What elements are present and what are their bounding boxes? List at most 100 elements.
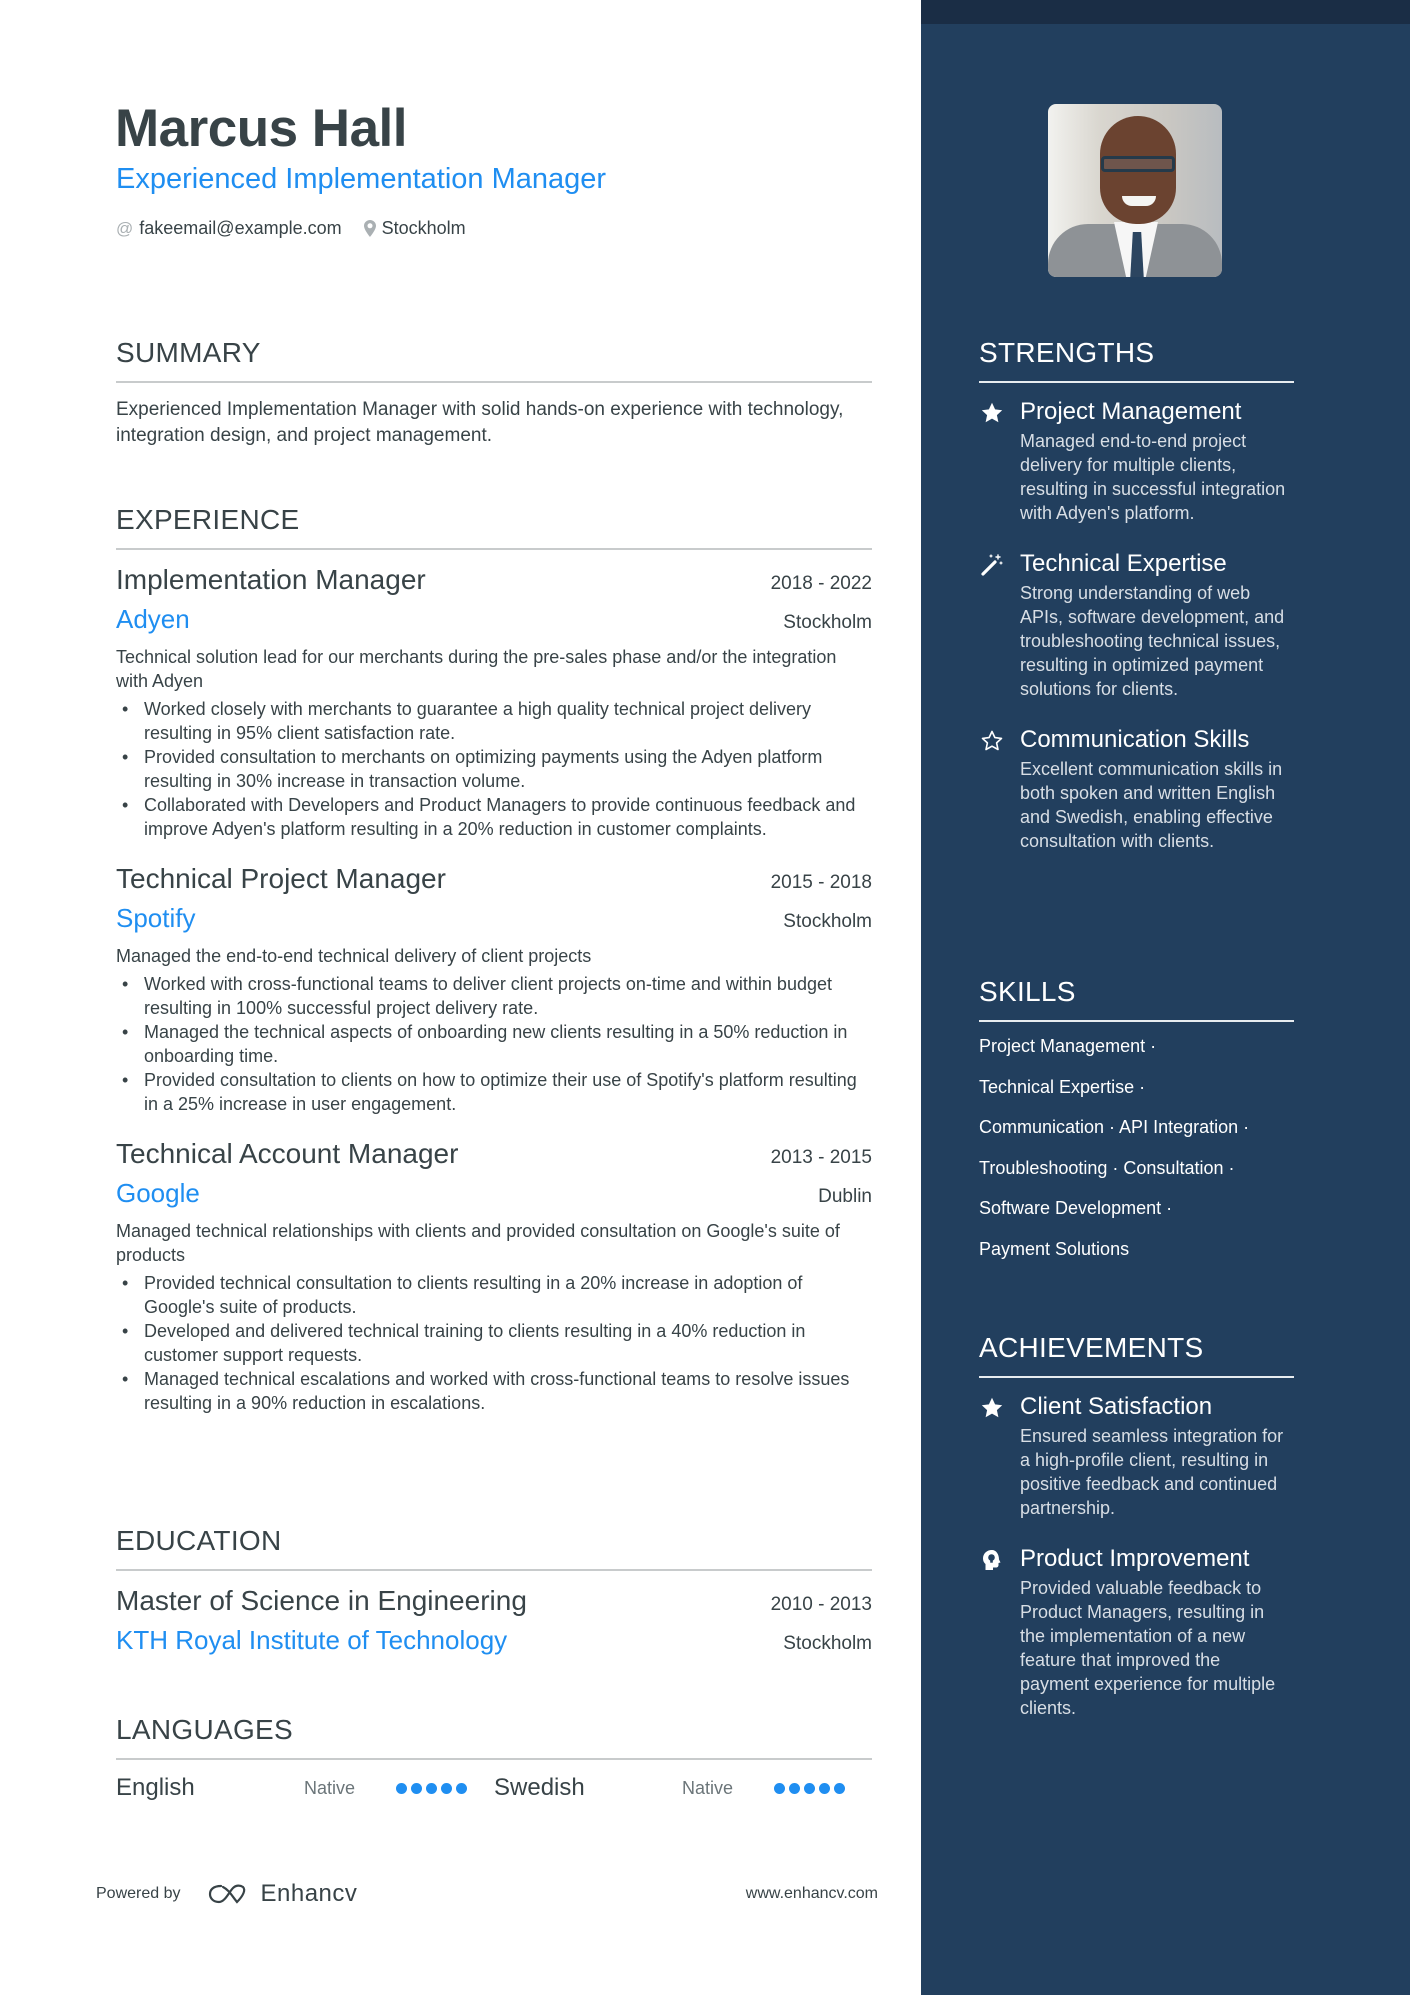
language-name: English [116,1774,195,1801]
main-column: Marcus Hall Experienced Implementation M… [0,0,921,1995]
strength-title: Technical Expertise [1020,550,1227,577]
strength-title: Project Management [1020,398,1242,425]
section-divider [116,1569,872,1571]
strength-item: Technical Expertise Strong understanding… [979,549,1294,701]
strengths-section: STRENGTHS Project Management Managed end… [979,336,1294,853]
strength-item: Project Management Managed end-to-end pr… [979,397,1294,525]
language-level: Native [304,1777,356,1798]
job-description: Managed technical relationships with cli… [116,1221,840,1265]
proficiency-dot [774,1782,785,1794]
skills-section: SKILLS Project Management · Technical Ex… [979,975,1294,1277]
job-bullet: Collaborated with Developers and Product… [116,793,872,841]
skill-line: Communication · API Integration · [979,1117,1250,1137]
job-description: Managed the end-to-end technical deliver… [116,946,592,966]
at-icon: @ [116,218,134,238]
job-title: Technical Project Manager [116,863,446,894]
summary-heading: SUMMARY [116,337,261,368]
languages-list: English Native Swedish Native [116,1774,872,1802]
proficiency-dot [411,1782,422,1794]
job-location: Dublin [818,1186,872,1207]
job-bullet: Managed the technical aspects of onboard… [116,1020,872,1068]
languages-section: LANGUAGES English Native Swedish Native [116,1713,872,1802]
candidate-title: Experienced Implementation Manager [116,163,607,195]
contact-email[interactable]: @ fakeemail@example.com [116,218,342,239]
candidate-name: Marcus Hall [115,99,408,158]
job-bullet: Worked with cross-functional teams to de… [116,972,872,1020]
school: KTH Royal Institute of Technology [116,1625,508,1655]
star-filled-icon [979,1395,1005,1421]
location-text: Stockholm [381,218,466,238]
education-dates: 2010 - 2013 [770,1594,872,1615]
skill-line: Software Development · [979,1198,1173,1218]
language-name: Swedish [494,1774,585,1801]
magic-wand-icon [979,552,1005,578]
proficiency-dots [774,1782,849,1794]
proficiency-dot [834,1782,845,1794]
language-level: Native [682,1777,734,1798]
job-dates: 2013 - 2015 [770,1147,872,1168]
proficiency-dot [789,1782,800,1794]
skill-line: Troubleshooting · Consultation · [979,1157,1235,1178]
skill-line: Project Management · [979,1036,1157,1056]
achievement-description: Ensured seamless integration for a high-… [1020,1426,1284,1518]
proficiency-dots [396,1782,471,1794]
proficiency-dot [396,1782,407,1794]
email-text[interactable]: fakeemail@example.com [139,218,341,239]
strength-title: Communication Skills [1020,726,1250,753]
language-item: English Native [116,1774,494,1802]
achievement-description: Provided valuable feedback to Product Ma… [1020,1578,1276,1718]
photo-glasses [1101,156,1175,172]
languages-heading: LANGUAGES [116,1714,293,1745]
achievements-heading: ACHIEVEMENTS [979,1332,1204,1363]
section-divider [116,381,872,383]
degree: Master of Science in Engineering [116,1585,527,1616]
job-location: Stockholm [783,911,872,932]
achievement-item: Product Improvement Provided valuable fe… [979,1544,1294,1720]
powered-by-label: Powered by [96,1885,181,1902]
star-outline-icon [979,728,1005,754]
job-company: Spotify [116,903,196,933]
job-bullets: Worked closely with merchants to guarant… [116,697,872,841]
strength-description: Managed end-to-end project delivery for … [1020,431,1286,523]
experience-section: EXPERIENCE Implementation Manager 2018 -… [116,503,872,1415]
education-location: Stockholm [783,1633,872,1654]
achievement-item: Client Satisfaction Ensured seamless int… [979,1392,1294,1520]
achievement-title: Client Satisfaction [1020,1393,1213,1420]
section-divider [116,1758,872,1760]
summary-text: Experienced Implementation Manager with … [116,399,844,446]
skill-line: Payment Solutions [979,1238,1130,1259]
proficiency-dot [819,1782,830,1794]
job-bullet: Developed and delivered technical traini… [116,1319,872,1367]
job-title: Technical Account Manager [116,1138,459,1169]
sidebar-top-band [921,0,1410,24]
job-entry: Implementation Manager 2018 - 2022 Adyen… [116,564,872,841]
education-entry: Master of Science in Engineering 2010 - … [116,1585,872,1656]
job-bullets: Worked with cross-functional teams to de… [116,972,872,1116]
contact-info: @ fakeemail@example.com Stockholm [116,218,488,239]
section-divider [979,1020,1294,1022]
head-lightbulb-icon [979,1547,1005,1573]
job-dates: 2018 - 2022 [770,573,872,594]
skill-line: Technical Expertise · [979,1076,1146,1097]
language-item: Swedish Native [494,1774,872,1802]
job-bullet: Provided consultation to merchants on op… [116,745,872,793]
job-bullet: Provided technical consultation to clien… [116,1271,872,1319]
job-company: Google [116,1178,200,1208]
job-bullet: Provided consultation to clients on how … [116,1068,872,1116]
strength-description: Excellent communication skills in both s… [1020,759,1283,851]
strength-item: Communication Skills Excellent communica… [979,725,1294,853]
section-divider [116,548,872,550]
website-link[interactable]: www.enhancv.com [746,1885,878,1903]
enhancv-logo-icon [208,1884,245,1904]
strength-description: Strong understanding of web APIs, softwa… [1020,583,1285,699]
summary-section: SUMMARY Experienced Implementation Manag… [116,336,872,449]
profile-photo [1048,104,1222,277]
enhancv-brand[interactable]: Enhancv [207,1880,358,1908]
strengths-heading: STRENGTHS [979,337,1155,368]
job-dates: 2015 - 2018 [770,872,872,893]
proficiency-dot [456,1782,467,1794]
achievements-section: ACHIEVEMENTS Client Satisfaction Ensured… [979,1331,1294,1720]
job-description: Technical solution lead for our merchant… [116,647,837,691]
section-divider [979,1376,1294,1378]
job-company: Adyen [116,604,190,634]
